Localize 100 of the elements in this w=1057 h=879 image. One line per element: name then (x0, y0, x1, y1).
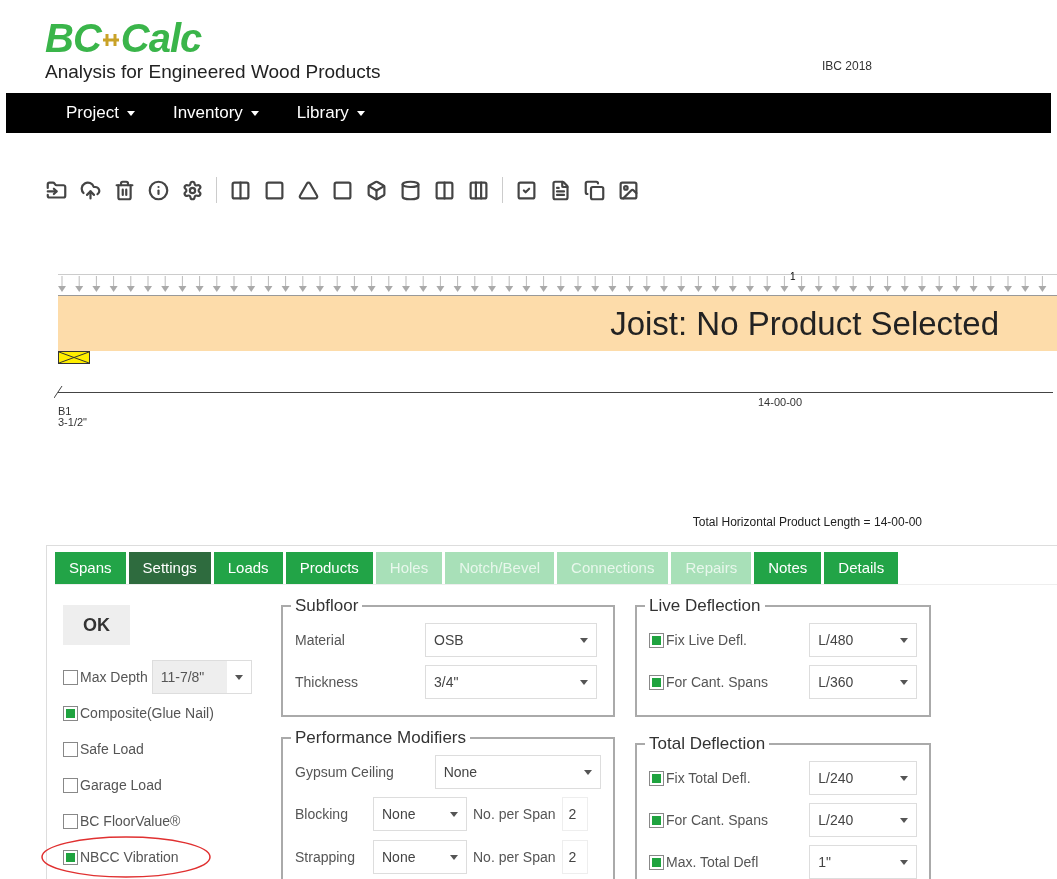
load-label: 1 (790, 272, 796, 282)
load-arrow-icon (935, 275, 944, 292)
checkbox[interactable] (63, 813, 78, 829)
toolbar-icon[interactable] (46, 179, 67, 201)
field-label: No. per Span (473, 847, 556, 867)
caret-icon (584, 769, 592, 775)
support-name: B1 (58, 406, 73, 417)
load-arrow-icon (883, 275, 892, 292)
dropdown[interactable]: 11-7/8" (151, 660, 252, 694)
toolbar-icon[interactable] (182, 179, 203, 201)
load-arrow-icon (92, 275, 101, 292)
load-arrow-icon (333, 275, 342, 292)
load-arrow-icon (556, 275, 565, 292)
menu-item[interactable]: Project (66, 100, 135, 126)
toolbar-icon[interactable] (148, 179, 169, 201)
option-label: Composite(Glue Nail) (80, 703, 214, 723)
load-arrow-icon (384, 275, 393, 292)
load-arrow-icon (849, 275, 858, 292)
load-arrow-icon (75, 275, 84, 292)
toolbar-icon[interactable] (516, 179, 537, 201)
load-arrow-icon (625, 275, 634, 292)
toolbar-icon[interactable] (230, 179, 251, 201)
option-label: For Cant. Spans (666, 810, 769, 830)
checkbox[interactable] (649, 812, 664, 828)
load-arrow-icon (608, 275, 617, 292)
load-arrow-icon (230, 275, 238, 292)
dropdown[interactable]: L/360 (809, 665, 917, 699)
checkbox[interactable] (649, 674, 664, 690)
load-arrow-icon (814, 275, 823, 292)
toolbar-icon[interactable] (584, 179, 605, 201)
checkbox[interactable] (63, 777, 78, 793)
dropdown[interactable]: 1" (809, 845, 917, 879)
count-field[interactable]: 2 (561, 797, 588, 831)
caret-icon (900, 817, 908, 823)
logo: BC Calc (45, 18, 203, 58)
total-length: Total Horizontal Product Length = 14-00-00 (692, 514, 922, 531)
checkbox[interactable] (63, 705, 78, 721)
ok-button[interactable]: OK (63, 605, 130, 645)
toolbar-icon[interactable] (114, 179, 135, 201)
load-arrow-icon (402, 275, 410, 292)
caret-icon (900, 679, 908, 685)
toolbar-icon[interactable] (434, 179, 455, 201)
caret-icon (580, 637, 588, 643)
load-arrow-icon (195, 275, 204, 292)
load-arrow-icon (161, 275, 170, 292)
toolbar-icon[interactable] (400, 179, 421, 201)
option-label: NBCC Vibration (80, 847, 179, 867)
tab[interactable]: Settings (128, 552, 211, 584)
toolbar-icon[interactable] (468, 179, 489, 201)
dropdown[interactable]: None (373, 840, 467, 874)
field-label: Thickness (295, 672, 360, 692)
toolbar-icon[interactable] (80, 179, 101, 201)
option-label: Fix Live Defl. (666, 630, 748, 650)
span-length: 14-00-00 (758, 395, 803, 410)
dropdown[interactable]: L/240 (809, 803, 917, 837)
building-code: IBC 2018 (821, 58, 872, 75)
dropdown[interactable]: None (373, 797, 467, 831)
load-arrow-icon (677, 275, 686, 292)
option-label: Max Depth (80, 667, 148, 687)
load-arrow-icon (178, 275, 187, 292)
toolbar-icon[interactable] (618, 179, 639, 201)
option-label: Safe Load (80, 739, 144, 759)
dropdown[interactable]: 3/4" (425, 665, 597, 699)
field-label: Strapping (295, 847, 356, 867)
load-arrow-icon (436, 275, 445, 292)
checkbox[interactable] (63, 741, 78, 757)
dropdown[interactable]: L/480 (809, 623, 917, 657)
load-arrow-icon (780, 275, 789, 292)
dropdown[interactable]: L/240 (809, 761, 917, 795)
checkbox[interactable] (649, 770, 664, 786)
load-arrow-icon (728, 275, 737, 292)
caret-icon (900, 775, 908, 781)
load-arrow-icon (900, 275, 909, 292)
dropdown[interactable]: None (434, 755, 601, 789)
count-field[interactable]: 2 (561, 840, 588, 874)
load-arrow-icon (866, 275, 875, 292)
field-label: No. per Span (473, 804, 556, 824)
load-arrow-icon (505, 275, 514, 292)
checkbox[interactable] (63, 849, 78, 865)
dropdown[interactable]: OSB (425, 623, 597, 657)
menu-item[interactable]: Inventory (172, 100, 259, 126)
load-arrow-icon (247, 275, 256, 292)
toolbar-icon[interactable] (366, 179, 387, 201)
checkbox[interactable] (63, 669, 78, 685)
load-arrow-icon (109, 275, 118, 292)
menu-item[interactable]: Library (296, 100, 365, 126)
load-arrow-icon (58, 275, 66, 292)
toolbar-icon[interactable] (264, 179, 285, 201)
tagline: Analysis for Engineered Wood Products (45, 62, 381, 81)
toolbar-icon[interactable] (298, 179, 319, 201)
toolbar-icon[interactable] (332, 179, 353, 201)
field-label: Gypsum Ceiling (295, 762, 395, 782)
toolbar-icon[interactable] (550, 179, 571, 201)
load-arrow-icon (746, 275, 754, 292)
checkbox[interactable] (649, 854, 664, 870)
bearing-block-icon (58, 351, 90, 364)
checkbox[interactable] (649, 632, 664, 648)
load-arrow-icon (660, 275, 668, 292)
load-arrow-icon (797, 275, 806, 292)
load-arrow-icon (470, 275, 479, 292)
